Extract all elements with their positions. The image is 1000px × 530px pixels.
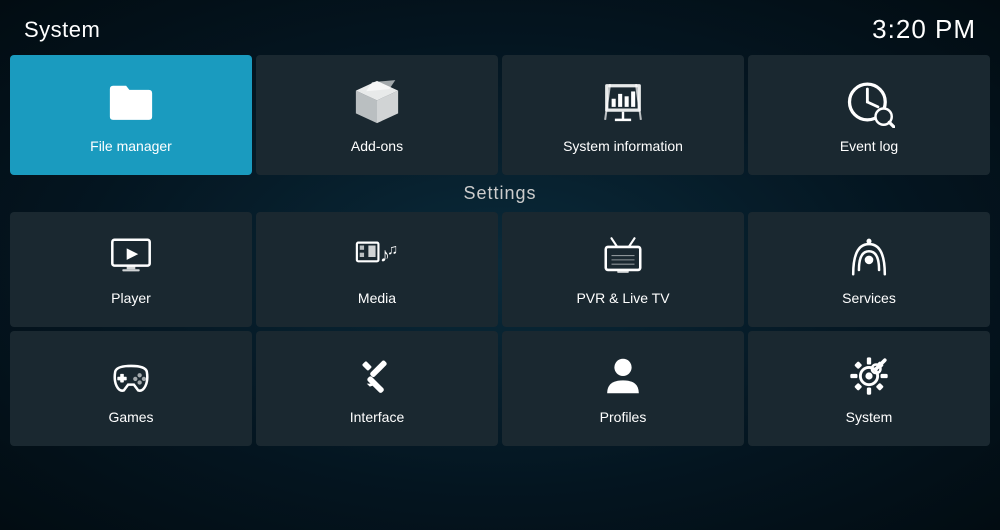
media-icon: ♪ ♫ bbox=[354, 234, 400, 280]
settings-item-services[interactable]: Services bbox=[748, 212, 990, 327]
settings-item-pvr-label: PVR & Live TV bbox=[576, 290, 669, 306]
top-bar: System 3:20 PM bbox=[0, 0, 1000, 55]
settings-item-system[interactable]: System bbox=[748, 331, 990, 446]
menu-item-event-log[interactable]: Event log bbox=[748, 55, 990, 175]
folder-icon bbox=[105, 76, 157, 128]
settings-item-profiles[interactable]: Profiles bbox=[502, 331, 744, 446]
settings-item-system-label: System bbox=[846, 409, 893, 425]
system-icon bbox=[846, 353, 892, 399]
settings-item-player[interactable]: Player bbox=[10, 212, 252, 327]
games-icon bbox=[108, 353, 154, 399]
menu-item-event-log-label: Event log bbox=[840, 138, 898, 154]
settings-item-profiles-label: Profiles bbox=[600, 409, 647, 425]
settings-item-interface-label: Interface bbox=[350, 409, 404, 425]
settings-title: Settings bbox=[10, 183, 990, 204]
settings-item-services-label: Services bbox=[842, 290, 896, 306]
settings-item-interface[interactable]: Interface bbox=[256, 331, 498, 446]
svg-text:♫: ♫ bbox=[387, 242, 398, 258]
settings-item-pvr[interactable]: PVR & Live TV bbox=[502, 212, 744, 327]
settings-item-media[interactable]: ♪ ♫ Media bbox=[256, 212, 498, 327]
menu-item-file-manager[interactable]: File manager bbox=[10, 55, 252, 175]
clock: 3:20 PM bbox=[872, 14, 976, 45]
event-log-icon bbox=[843, 76, 895, 128]
settings-item-media-label: Media bbox=[358, 290, 396, 306]
services-icon bbox=[846, 234, 892, 280]
top-menu: File manager Add-ons bbox=[0, 55, 1000, 175]
settings-item-games[interactable]: Games bbox=[10, 331, 252, 446]
system-info-icon bbox=[597, 76, 649, 128]
settings-grid: Player ♪ ♫ Media bbox=[10, 212, 990, 446]
interface-icon bbox=[354, 353, 400, 399]
menu-item-add-ons-label: Add-ons bbox=[351, 138, 403, 154]
settings-item-player-label: Player bbox=[111, 290, 151, 306]
pvr-icon bbox=[600, 234, 646, 280]
menu-item-system-information[interactable]: System information bbox=[502, 55, 744, 175]
settings-item-games-label: Games bbox=[108, 409, 153, 425]
app-title: System bbox=[24, 17, 100, 43]
player-icon bbox=[108, 234, 154, 280]
menu-item-file-manager-label: File manager bbox=[90, 138, 172, 154]
profiles-icon bbox=[600, 353, 646, 399]
box-icon bbox=[351, 76, 403, 128]
menu-item-system-information-label: System information bbox=[563, 138, 683, 154]
menu-item-add-ons[interactable]: Add-ons bbox=[256, 55, 498, 175]
settings-section: Settings Player bbox=[0, 183, 1000, 446]
